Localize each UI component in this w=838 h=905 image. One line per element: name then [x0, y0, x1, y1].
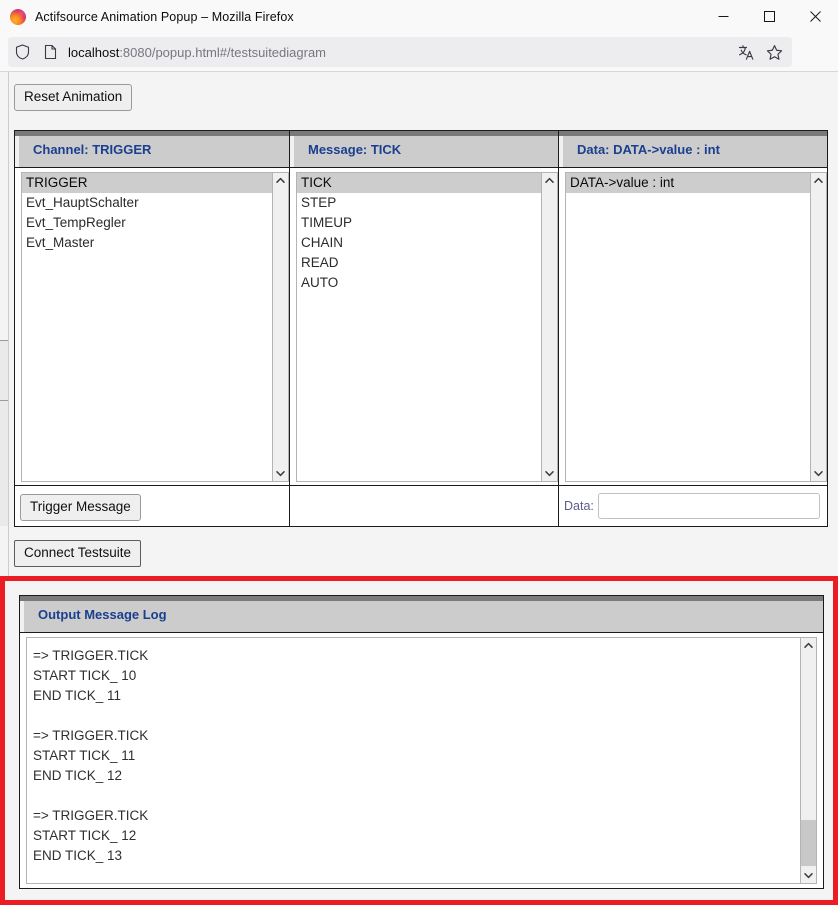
window-controls	[700, 0, 838, 33]
list-item[interactable]: DATA->value : int	[566, 173, 810, 193]
data-listbox[interactable]: DATA->value : int	[565, 172, 810, 482]
channel-listbox[interactable]: TRIGGER Evt_HauptSchalter Evt_TempRegler…	[21, 172, 272, 482]
message-list-scrollbar[interactable]	[541, 172, 558, 482]
chevron-up-icon[interactable]	[273, 173, 288, 188]
chevron-down-icon[interactable]	[542, 466, 557, 481]
list-item[interactable]: READ	[297, 253, 541, 273]
shield-icon[interactable]	[8, 37, 36, 67]
channel-panel-header: Channel: TRIGGER	[15, 131, 290, 168]
list-item[interactable]: Evt_HauptSchalter	[22, 193, 272, 213]
chevron-down-icon[interactable]	[273, 466, 288, 481]
message-listbox[interactable]: TICK STEP TIMEUP CHAIN READ AUTO	[296, 172, 541, 482]
maximize-icon[interactable]	[746, 0, 792, 33]
close-icon[interactable]	[792, 0, 838, 33]
url-path: :8080/popup.html#/testsuitediagram	[119, 45, 326, 60]
chevron-down-icon[interactable]	[811, 466, 826, 481]
data-panel-header: Data: DATA->value : int	[559, 131, 827, 168]
log-line: START TICK_ 10	[33, 666, 800, 686]
list-item[interactable]: TRIGGER	[22, 173, 272, 193]
channel-panel-header-label: Channel: TRIGGER	[33, 142, 151, 157]
output-log-body: => TRIGGER.TICK START TICK_ 10 END TICK_…	[20, 633, 823, 888]
list-item[interactable]: Evt_Master	[22, 233, 272, 253]
chevron-up-icon[interactable]	[811, 173, 826, 188]
log-line: => TRIGGER.TICK	[33, 726, 800, 746]
output-log-scrollbar[interactable]	[800, 637, 817, 884]
page-icon[interactable]	[36, 37, 64, 67]
log-line: START TICK_ 12	[33, 826, 800, 846]
list-item[interactable]: Evt_TempRegler	[22, 213, 272, 233]
connect-testsuite-button[interactable]: Connect Testsuite	[14, 540, 141, 567]
output-message-log-panel: Output Message Log => TRIGGER.TICK START…	[19, 595, 824, 889]
message-panel-footer	[290, 486, 559, 526]
trigger-message-button[interactable]: Trigger Message	[20, 494, 141, 521]
app-page: Reset Animation Channel: TRIGGER Message…	[9, 72, 838, 905]
urlbar-actions	[732, 37, 788, 67]
log-line: END TICK_ 11	[33, 686, 800, 706]
data-list-scrollbar[interactable]	[810, 172, 827, 482]
translate-icon[interactable]	[732, 37, 760, 67]
log-line: START TICK_ 11	[33, 746, 800, 766]
animation-control-table: Channel: TRIGGER Message: TICK Data: DAT…	[14, 130, 828, 527]
list-item[interactable]: STEP	[297, 193, 541, 213]
log-line: => TRIGGER.TICK	[33, 646, 800, 666]
log-line: => TRIGGER.TICK	[33, 806, 800, 826]
output-log-scrollbar-thumb[interactable]	[801, 820, 816, 866]
reset-animation-button[interactable]: Reset Animation	[14, 84, 132, 111]
window-title: Actifsource Animation Popup – Mozilla Fi…	[35, 10, 294, 24]
panel-lists-row: TRIGGER Evt_HauptSchalter Evt_TempRegler…	[15, 168, 827, 486]
output-log-header-label: Output Message Log	[38, 607, 167, 622]
message-panel-header: Message: TICK	[290, 131, 559, 168]
log-line	[33, 706, 800, 726]
browser-window: Actifsource Animation Popup – Mozilla Fi…	[0, 0, 838, 905]
list-item[interactable]: CHAIN	[297, 233, 541, 253]
output-log-highlight-frame: Output Message Log => TRIGGER.TICK START…	[0, 576, 838, 905]
chevron-down-icon[interactable]	[801, 868, 816, 883]
panel-actions-row: Trigger Message Data:	[15, 486, 827, 526]
log-line	[33, 786, 800, 806]
data-panel-header-label: Data: DATA->value : int	[577, 142, 720, 157]
chevron-up-icon[interactable]	[801, 638, 816, 653]
output-log-textarea[interactable]: => TRIGGER.TICK START TICK_ 10 END TICK_…	[26, 637, 800, 884]
list-item[interactable]: AUTO	[297, 273, 541, 293]
data-panel-body: DATA->value : int	[559, 168, 827, 486]
url-host: localhost	[68, 45, 119, 60]
message-panel-header-label: Message: TICK	[308, 142, 401, 157]
url-bar[interactable]: localhost:8080/popup.html#/testsuitediag…	[8, 37, 792, 67]
output-log-header: Output Message Log	[20, 596, 823, 633]
chevron-up-icon[interactable]	[542, 173, 557, 188]
channel-panel-footer: Trigger Message	[15, 486, 290, 526]
channel-list-scrollbar[interactable]	[272, 172, 289, 482]
log-line: END TICK_ 12	[33, 766, 800, 786]
page-viewport: Reset Animation Channel: TRIGGER Message…	[0, 72, 838, 905]
channel-panel-body: TRIGGER Evt_HauptSchalter Evt_TempRegler…	[15, 168, 290, 486]
minimize-icon[interactable]	[700, 0, 746, 33]
message-panel-body: TICK STEP TIMEUP CHAIN READ AUTO	[290, 168, 559, 486]
data-input[interactable]	[598, 493, 820, 519]
window-titlebar: Actifsource Animation Popup – Mozilla Fi…	[0, 0, 838, 34]
url-text[interactable]: localhost:8080/popup.html#/testsuitediag…	[68, 45, 326, 60]
list-item[interactable]: TIMEUP	[297, 213, 541, 233]
data-panel-footer: Data:	[559, 486, 827, 526]
firefox-logo-icon	[10, 9, 26, 25]
browser-navbar: localhost:8080/popup.html#/testsuitediag…	[0, 33, 838, 72]
log-line: END TICK_ 13	[33, 846, 800, 866]
panel-headers-row: Channel: TRIGGER Message: TICK Data: DAT…	[15, 131, 827, 168]
data-field-label: Data:	[564, 499, 594, 513]
list-item[interactable]: TICK	[297, 173, 541, 193]
star-bookmark-icon[interactable]	[760, 37, 788, 67]
